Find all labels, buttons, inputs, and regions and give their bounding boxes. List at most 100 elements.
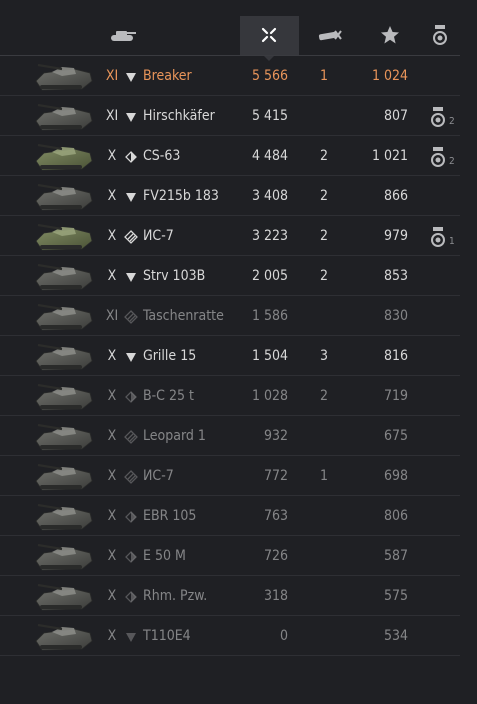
medal-count: 2 (449, 116, 455, 127)
table-header (0, 0, 477, 61)
kills-icon[interactable] (316, 22, 344, 48)
tank-name: EBR 105 (143, 508, 197, 524)
experience-value: 719 (383, 388, 408, 404)
damage-value: 0 (279, 628, 288, 644)
results-table: XI Breaker 5 566 1 1 024 XI Hirschkäfer … (0, 56, 477, 656)
tank-tier: X (107, 588, 117, 604)
experience-star-icon[interactable] (378, 22, 402, 48)
damage-value: 1 504 (251, 348, 288, 364)
experience-value: 587 (383, 548, 408, 564)
table-row[interactable]: X EBR 105 763 806 (0, 496, 460, 536)
tank-tier: XI (105, 68, 119, 84)
damage-value: 772 (263, 468, 288, 484)
tank-tier: X (107, 628, 117, 644)
experience-value: 979 (383, 228, 408, 244)
table-row[interactable]: XI Hirschkäfer 5 415 807 2 (0, 96, 460, 136)
damage-icon[interactable] (258, 22, 280, 48)
table-row[interactable]: X Strv 103B 2 005 2 853 (0, 256, 460, 296)
tank-tier: X (107, 188, 117, 204)
tank-image (32, 59, 96, 93)
damage-value: 726 (263, 548, 288, 564)
kills-value: 2 (319, 388, 328, 404)
table-row[interactable]: X ИС-7 772 1 698 (0, 456, 460, 496)
damage-value: 2 005 (251, 268, 288, 284)
table-row[interactable]: X ИС-7 3 223 2 979 1 (0, 216, 460, 256)
kills-value (314, 496, 334, 536)
tank-tier: X (107, 468, 117, 484)
tank-tier: X (107, 228, 117, 244)
experience-value: 1 021 (371, 148, 408, 164)
table-row[interactable]: X E 50 M 726 587 (0, 536, 460, 576)
tank-name: Rhm. Pzw. (143, 588, 208, 604)
table-row[interactable]: X Leopard 1 932 675 (0, 416, 460, 456)
damage-value: 318 (263, 588, 288, 604)
table-row[interactable]: X T110E4 0 534 (0, 616, 460, 656)
tank-image (32, 579, 96, 613)
vehicle-class-icon (124, 189, 138, 203)
medal-icon: 1 (430, 226, 458, 250)
tank-image (32, 499, 96, 533)
vehicle-class-icon (124, 509, 138, 523)
tank-tier: X (107, 148, 117, 164)
table-row[interactable]: XI Breaker 5 566 1 1 024 (0, 56, 460, 96)
medal-count: 1 (449, 236, 455, 247)
medal-icon[interactable] (430, 22, 450, 48)
kills-value: 2 (319, 228, 328, 244)
damage-value: 1 028 (251, 388, 288, 404)
medal-count: 2 (449, 156, 455, 167)
experience-value: 853 (383, 268, 408, 284)
vehicle-class-icon (124, 69, 138, 83)
vehicle-class-icon (124, 269, 138, 283)
vehicle-class-icon (124, 429, 138, 444)
experience-value: 534 (383, 628, 408, 644)
table-row[interactable]: X CS-63 4 484 2 1 021 2 (0, 136, 460, 176)
vehicle-class-icon (124, 149, 138, 163)
tank-image (32, 619, 96, 653)
experience-value: 830 (383, 308, 408, 324)
medal-icon (430, 66, 458, 90)
tank-image (32, 139, 96, 173)
damage-value: 3 408 (251, 188, 288, 204)
tank-tier: X (107, 388, 117, 404)
medal-icon (430, 626, 458, 650)
tank-tier: X (107, 428, 117, 444)
table-row[interactable]: X Rhm. Pzw. 318 575 (0, 576, 460, 616)
medal-icon (430, 546, 458, 570)
tank-tier: X (107, 268, 117, 284)
tank-tier: XI (105, 108, 119, 124)
damage-value: 932 (263, 428, 288, 444)
table-row[interactable]: X Grille 15 1 504 3 816 (0, 336, 460, 376)
vehicle-class-icon (124, 629, 138, 643)
tank-name: CS-63 (143, 148, 181, 164)
tank-image (32, 419, 96, 453)
experience-value: 575 (383, 588, 408, 604)
table-row[interactable]: XI Taschenratte 1 586 830 (0, 296, 460, 336)
experience-value: 675 (383, 428, 408, 444)
vehicle-class-icon (124, 469, 138, 484)
kills-value (314, 536, 334, 576)
tank-tier: X (107, 508, 117, 524)
tank-tier: X (107, 348, 117, 364)
kills-value (314, 296, 334, 336)
medal-icon (430, 506, 458, 530)
experience-value: 816 (383, 348, 408, 364)
damage-value: 3 223 (251, 228, 288, 244)
kills-value: 3 (319, 348, 328, 364)
tank-name: ИС-7 (143, 468, 174, 484)
damage-value: 763 (263, 508, 288, 524)
table-row[interactable]: X B-C 25 t 1 028 2 719 (0, 376, 460, 416)
medal-icon: 2 (430, 106, 458, 130)
vehicle-class-icon (124, 229, 138, 244)
medal-icon (430, 466, 458, 490)
vehicle-class-icon (124, 589, 138, 603)
tank-name: Breaker (143, 68, 192, 84)
table-row[interactable]: X FV215b 183 3 408 2 866 (0, 176, 460, 216)
experience-value: 866 (383, 188, 408, 204)
kills-value: 2 (319, 188, 328, 204)
medal-icon (430, 586, 458, 610)
medal-icon (430, 306, 458, 330)
tank-tier: XI (105, 308, 119, 324)
tank-icon[interactable] (108, 22, 138, 48)
damage-value: 5 566 (251, 68, 288, 84)
tank-image (32, 179, 96, 213)
